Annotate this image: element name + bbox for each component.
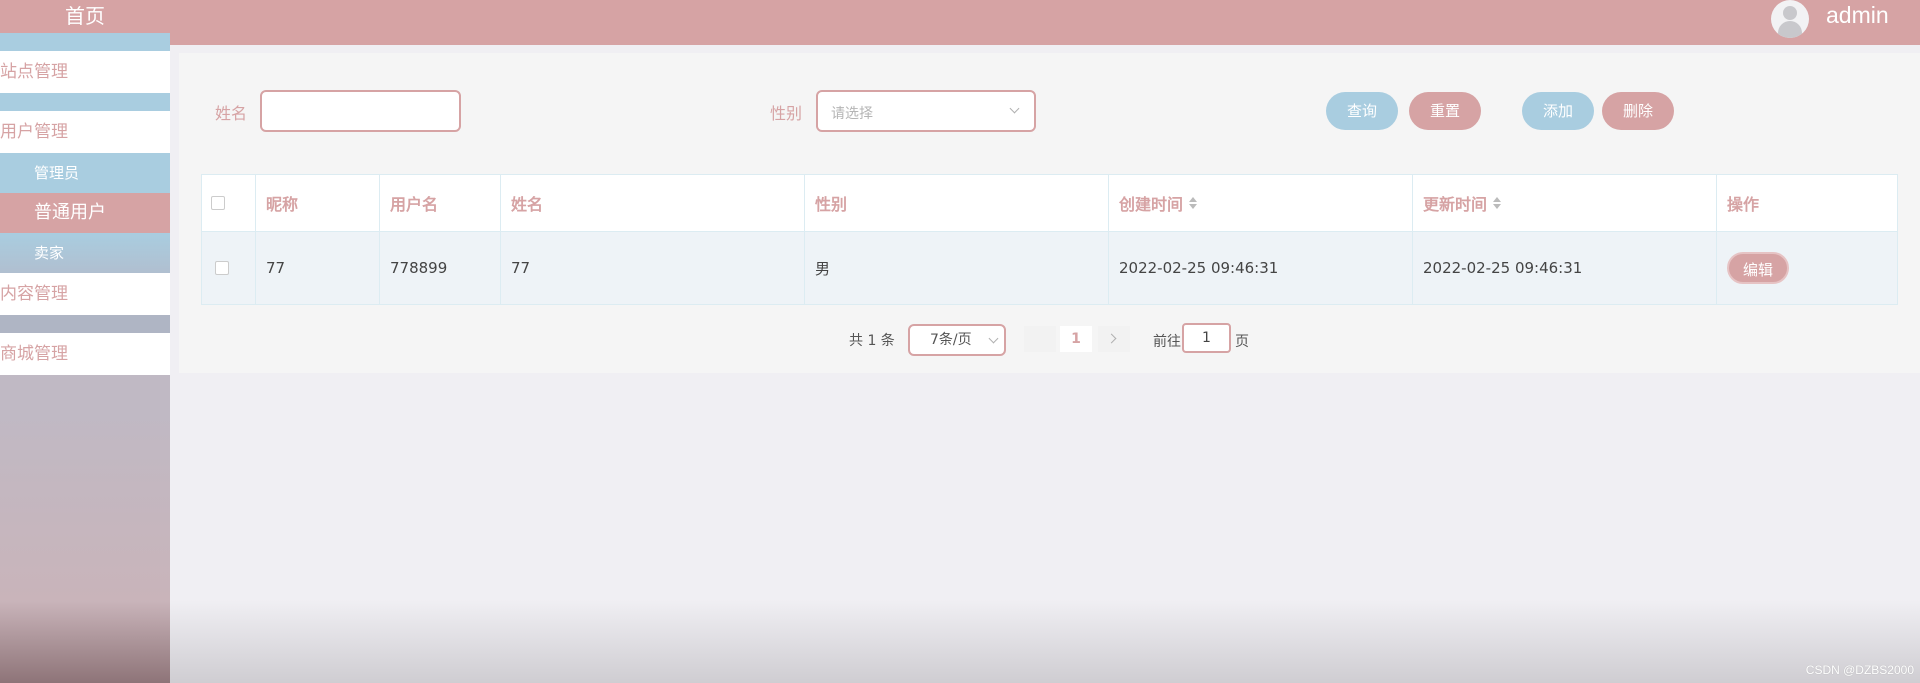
sort-icon[interactable] <box>1493 197 1502 209</box>
sidebar-item-content-management[interactable]: 内容管理 <box>0 273 170 315</box>
sidebar-item-site-management[interactable]: 站点管理 <box>0 51 170 93</box>
name-label: 姓名 <box>215 104 248 123</box>
avatar[interactable] <box>1771 0 1809 38</box>
top-header <box>170 0 1920 45</box>
cell-username: 778899 <box>380 232 501 304</box>
page-size-select[interactable]: 7条/页 <box>908 324 1006 356</box>
table-row: 77 778899 77 男 2022-02-25 09:46:31 2022-… <box>201 232 1898 305</box>
sidebar-home[interactable]: 首页 <box>0 0 170 33</box>
header-actions: 操作 <box>1727 195 1760 214</box>
delete-button[interactable]: 删除 <box>1602 92 1674 130</box>
user-table: 昵称 用户名 姓名 性别 创建时间 更新时间 操作 77 778899 77 男… <box>201 174 1898 305</box>
sidebar-divider <box>0 33 170 51</box>
sort-icon[interactable] <box>1189 197 1198 209</box>
sidebar-submenu-user: 管理员 普通用户 卖家 <box>0 153 170 273</box>
table-header-row: 昵称 用户名 姓名 性别 创建时间 更新时间 操作 <box>201 174 1898 232</box>
query-button[interactable]: 查询 <box>1326 92 1398 130</box>
header-username: 用户名 <box>380 175 501 231</box>
cell-gender: 男 <box>805 232 1109 304</box>
sidebar-item-shop-management[interactable]: 商城管理 <box>0 333 170 375</box>
watermark: CSDN @DZBS2000 <box>1805 663 1914 677</box>
next-page-button[interactable] <box>1098 326 1130 352</box>
select-all-checkbox[interactable] <box>211 196 225 210</box>
chevron-down-icon <box>988 333 999 344</box>
goto-suffix: 页 <box>1235 334 1249 350</box>
gender-select-placeholder: 请选择 <box>831 106 873 122</box>
header-updated-time: 更新时间 <box>1423 195 1488 214</box>
cell-name: 77 <box>501 232 805 304</box>
chevron-down-icon <box>1009 103 1020 114</box>
goto-prefix: 前往 <box>1153 334 1181 350</box>
row-checkbox[interactable] <box>215 261 229 275</box>
edit-button[interactable]: 编辑 <box>1727 252 1789 284</box>
cell-created-time: 2022-02-25 09:46:31 <box>1109 232 1413 304</box>
cell-updated-time: 2022-02-25 09:46:31 <box>1413 232 1717 304</box>
gender-select[interactable]: 请选择 <box>816 90 1036 132</box>
gender-label: 性别 <box>770 104 803 123</box>
sidebar-item-user-management[interactable]: 用户管理 <box>0 111 170 153</box>
header-nickname: 昵称 <box>256 175 380 231</box>
add-button[interactable]: 添加 <box>1522 92 1594 130</box>
cell-actions: 编辑 <box>1717 232 1897 304</box>
header-name: 姓名 <box>501 175 805 231</box>
select-all-cell <box>202 175 256 231</box>
prev-page-button[interactable] <box>1024 326 1056 352</box>
sidebar-item-seller[interactable]: 卖家 <box>0 233 170 273</box>
header-updated-time-cell[interactable]: 更新时间 <box>1413 175 1717 231</box>
bottom-fade <box>170 600 1920 683</box>
page-size-value: 7条/页 <box>930 332 972 348</box>
reset-button[interactable]: 重置 <box>1409 92 1481 130</box>
name-input[interactable] <box>260 90 461 132</box>
user-icon <box>1783 6 1797 20</box>
pagination-total: 共 1 条 <box>849 333 895 349</box>
chevron-right-icon <box>1106 333 1117 344</box>
sidebar-divider <box>0 315 170 333</box>
sidebar-item-admin[interactable]: 管理员 <box>0 153 170 193</box>
username[interactable]: admin <box>1826 2 1889 29</box>
sidebar: 首页 站点管理 用户管理 管理员 普通用户 卖家 内容管理 商城管理 <box>0 0 170 683</box>
header-created-time-cell[interactable]: 创建时间 <box>1109 175 1413 231</box>
cell-nickname: 77 <box>256 232 380 304</box>
row-select-cell <box>202 232 256 304</box>
header-gender: 性别 <box>805 175 1109 231</box>
header-created-time: 创建时间 <box>1119 195 1184 214</box>
goto-page-input[interactable]: 1 <box>1182 323 1231 353</box>
page-number-current[interactable]: 1 <box>1060 326 1092 352</box>
sidebar-item-normal-user[interactable]: 普通用户 <box>0 193 170 233</box>
sidebar-divider <box>0 93 170 111</box>
